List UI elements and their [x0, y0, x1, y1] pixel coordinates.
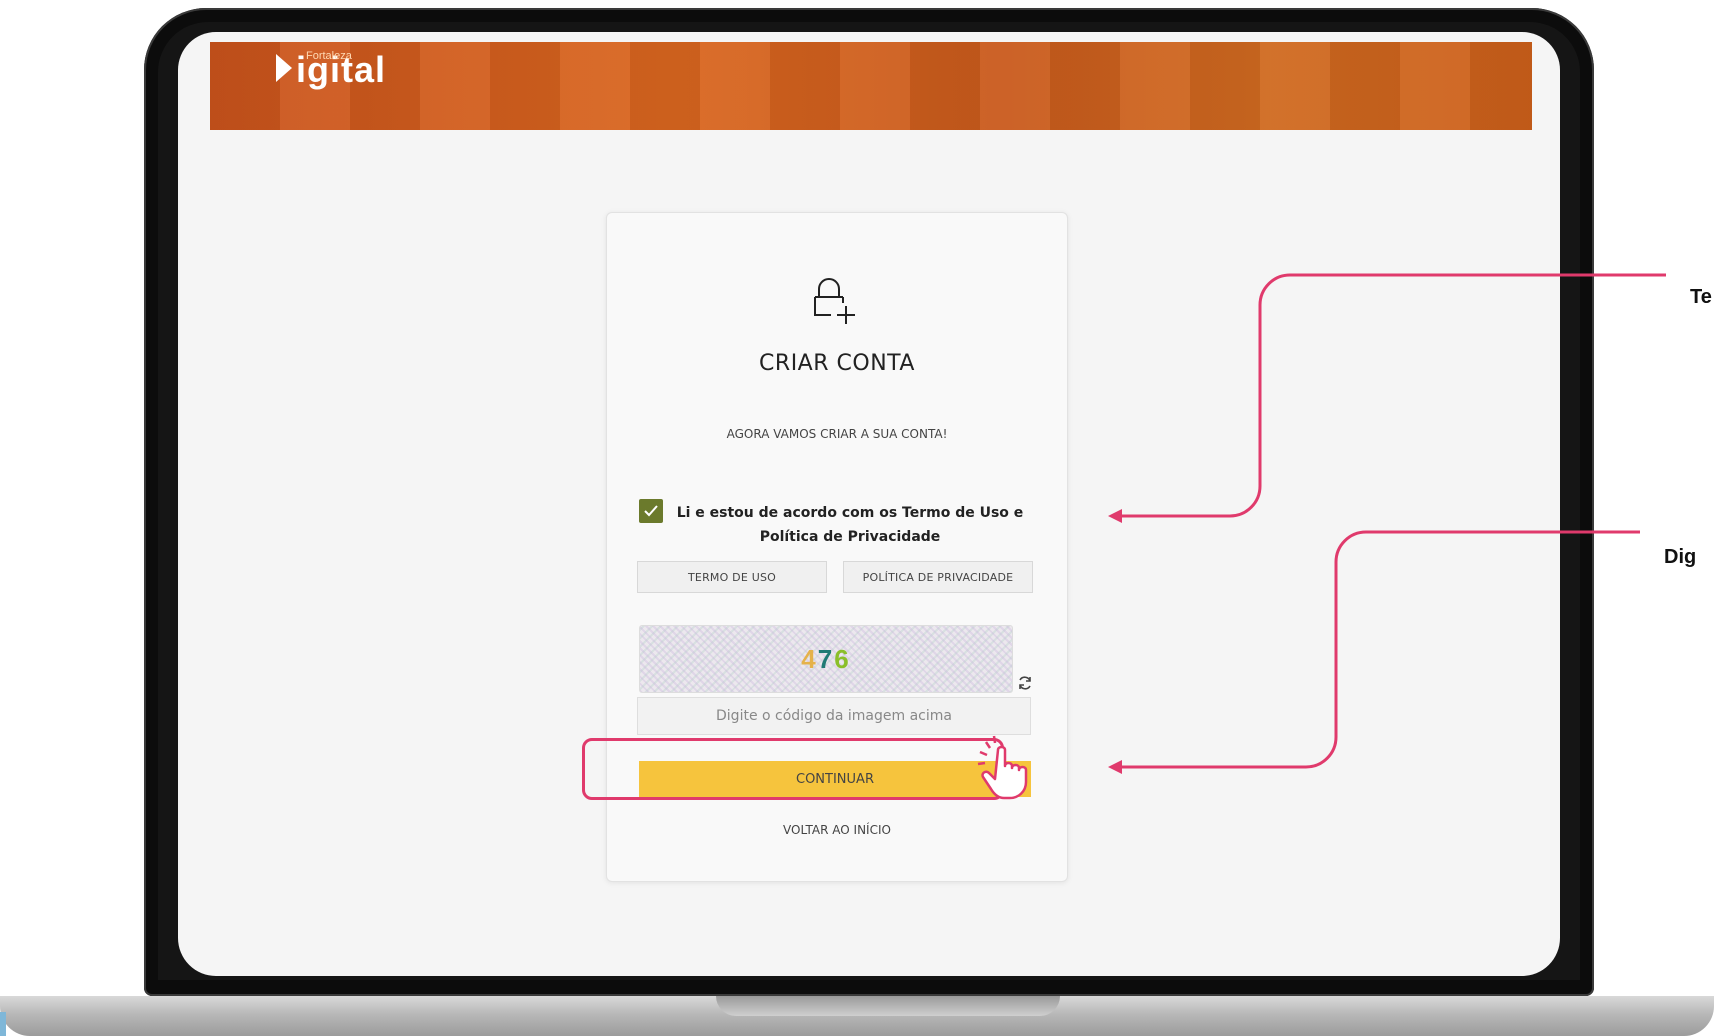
app-header: Fortaleza igital: [210, 42, 1532, 130]
logo-small-text: Fortaleza: [306, 50, 352, 62]
check-icon: [644, 505, 658, 517]
fortaleza-digital-logo[interactable]: Fortaleza igital: [276, 50, 386, 88]
logo-d-mark-icon: [276, 54, 292, 82]
laptop-base-edge: [0, 1012, 6, 1036]
continue-highlight-box: [582, 738, 1004, 800]
captcha-image: 4 7 6: [639, 625, 1013, 693]
captcha-code-input[interactable]: [637, 697, 1031, 735]
lock-plus-icon: [814, 278, 855, 324]
terms-checkbox[interactable]: [639, 499, 663, 523]
page-subtitle: AGORA VAMOS CRIAR A SUA CONTA!: [726, 427, 948, 441]
callout-label-terms: Te: [1690, 286, 1712, 308]
callout-label-code: Dig: [1664, 546, 1697, 568]
privacy-policy-button[interactable]: POLÍTICA DE PRIVACIDADE: [843, 561, 1033, 593]
laptop-screen: Fortaleza igital CRIAR CONTA AGORA VAMOS…: [178, 32, 1560, 976]
page-title: CRIAR CONTA: [759, 351, 915, 376]
back-to-start-link[interactable]: VOLTAR AO INÍCIO: [607, 823, 1067, 837]
terms-of-use-button[interactable]: TERMO DE USO: [637, 561, 827, 593]
laptop-base-notch: [716, 996, 1060, 1016]
captcha-digit: 4: [801, 643, 818, 674]
captcha-digit: 7: [817, 643, 835, 674]
captcha-digit: 6: [834, 643, 851, 674]
hand-pointer-icon: [977, 735, 1028, 800]
refresh-icon[interactable]: [1017, 675, 1033, 691]
terms-checkbox-label[interactable]: Li e estou de acordo com os Termo de Uso…: [675, 501, 1025, 549]
